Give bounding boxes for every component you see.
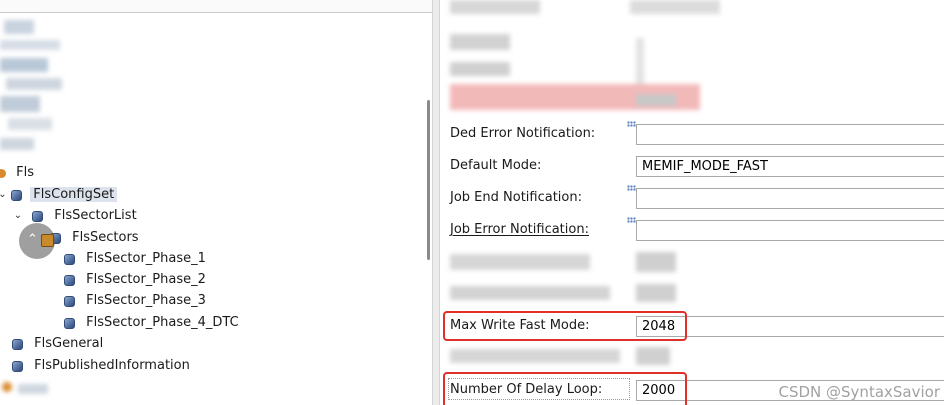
module-cube-icon — [41, 234, 54, 247]
tree-item-fls-sector-phase-2[interactable]: FlsSector_Phase_2 — [64, 270, 206, 290]
tree-header-bar — [0, 0, 432, 13]
tree-item-label: FlsSectors — [72, 230, 139, 245]
drag-cursor-indicator: ⌃ — [19, 223, 55, 259]
job-end-notification-label: Job End Notification: — [450, 190, 582, 205]
tree-item-fls[interactable]: Fls — [0, 163, 34, 183]
tree-scrollbar-thumb[interactable] — [427, 100, 430, 260]
tree-item-fls-config-set[interactable]: ⌄ FlsConfigSet — [0, 185, 118, 205]
row-default-mode: Default Mode: — [440, 153, 944, 179]
number-of-delay-loop-label: Number Of Delay Loop: — [450, 382, 603, 397]
tree-item-label: Fls — [16, 165, 35, 180]
redacted-form-rows — [440, 343, 700, 371]
tree-item-fls-sector-phase-1[interactable]: FlsSector_Phase_1 — [64, 249, 206, 269]
config-container-icon — [64, 295, 75, 307]
max-write-fast-mode-label: Max Write Fast Mode: — [450, 318, 590, 333]
tree-item-label: FlsPublishedInformation — [34, 358, 190, 373]
tree-item-label: FlsSectorList — [54, 208, 137, 223]
redacted-tree-rows — [0, 378, 60, 402]
row-max-write-fast-mode: Max Write Fast Mode: — [440, 313, 944, 339]
ded-error-notification-field[interactable] — [636, 124, 944, 145]
max-write-fast-mode-field[interactable] — [636, 316, 944, 337]
config-container-icon — [12, 338, 23, 350]
dotted-grid-icon — [627, 217, 636, 223]
config-container-icon — [11, 189, 23, 201]
job-error-notification-label: Job Error Notification: — [450, 222, 589, 237]
configuration-tree-pane: Fls ⌄ FlsConfigSet ⌄ FlsSectorList FlsSe… — [0, 0, 432, 405]
watermark-text: CSDN @SyntaxSavior — [778, 383, 941, 401]
tree-item-label: FlsSector_Phase_2 — [86, 272, 206, 287]
parameter-form-pane: Ded Error Notification: Default Mode: Jo… — [440, 0, 944, 405]
row-ded-error-notification: Ded Error Notification: — [440, 121, 944, 147]
chevron-down-icon[interactable]: ⌄ — [12, 206, 24, 226]
tree-item-label: FlsSector_Phase_3 — [86, 293, 206, 308]
orange-module-icon — [0, 168, 6, 178]
row-job-end-notification: Job End Notification: — [440, 185, 944, 211]
row-job-error-notification: Job Error Notification: — [440, 217, 944, 243]
tree-item-fls-sector-phase-4-dtc[interactable]: FlsSector_Phase_4_DTC — [64, 313, 239, 333]
tree-item-label: FlsGeneral — [34, 336, 104, 351]
chevron-down-icon[interactable]: ⌄ — [0, 185, 7, 205]
tree-item-fls-published-information[interactable]: FlsPublishedInformation — [12, 356, 190, 376]
ded-error-notification-label: Ded Error Notification: — [450, 126, 596, 141]
config-container-icon — [64, 317, 75, 329]
dotted-grid-icon — [627, 185, 636, 191]
job-end-notification-field[interactable] — [636, 188, 944, 209]
collapse-marker-icon: ⌃ — [27, 232, 38, 247]
config-container-icon — [12, 360, 23, 372]
tree-item-fls-sectors[interactable]: FlsSectors — [50, 228, 139, 248]
job-error-notification-field[interactable] — [636, 220, 944, 241]
pane-splitter[interactable] — [432, 0, 440, 405]
tree-item-label: FlsConfigSet — [30, 187, 118, 202]
redacted-form-rows — [440, 248, 944, 308]
tree-item-fls-general[interactable]: FlsGeneral — [12, 334, 103, 354]
redacted-form-rows — [440, 0, 944, 120]
redacted-tree-rows — [0, 14, 70, 154]
default-mode-field[interactable] — [636, 156, 944, 177]
config-container-icon — [64, 253, 75, 265]
tree-item-label: FlsSector_Phase_4_DTC — [86, 315, 239, 330]
dotted-grid-icon — [627, 121, 636, 127]
tree-item-label: FlsSector_Phase_1 — [86, 251, 206, 266]
tree-item-fls-sector-phase-3[interactable]: FlsSector_Phase_3 — [64, 291, 206, 311]
config-container-icon — [64, 274, 75, 286]
default-mode-label: Default Mode: — [450, 158, 542, 173]
config-container-icon — [32, 210, 44, 222]
